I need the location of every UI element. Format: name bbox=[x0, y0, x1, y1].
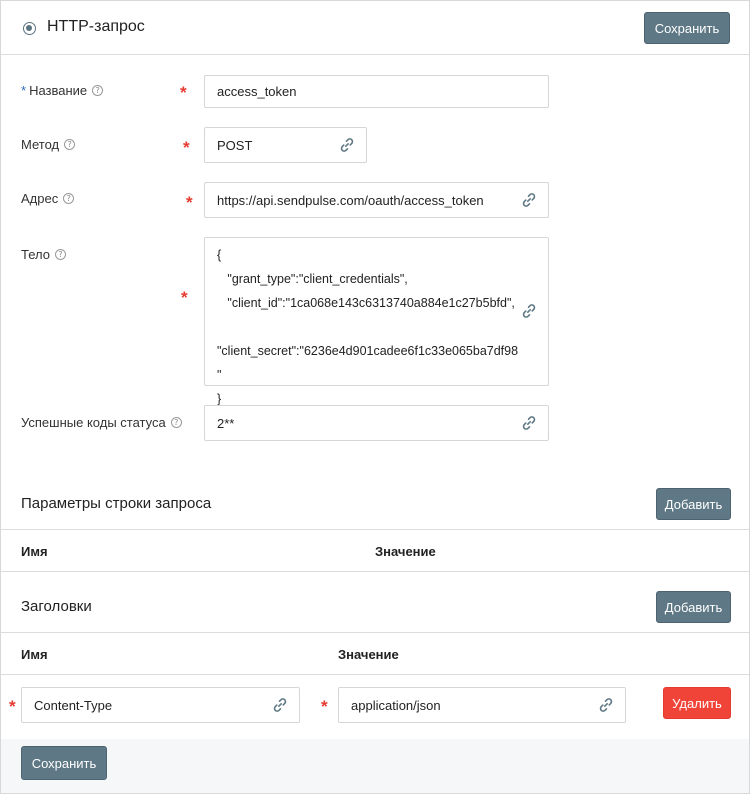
add-query-param-button[interactable]: Добавить bbox=[656, 488, 731, 520]
link-icon[interactable] bbox=[339, 137, 355, 153]
help-icon[interactable]: ? bbox=[54, 249, 66, 260]
header-save-button[interactable]: Сохранить bbox=[644, 12, 730, 44]
status-codes-label: Успешные коды статуса bbox=[21, 415, 166, 430]
divider bbox=[1, 632, 749, 633]
delete-header-button[interactable]: Удалить bbox=[663, 687, 731, 719]
method-select[interactable]: POST bbox=[204, 127, 367, 163]
header-value-input[interactable]: application/json bbox=[338, 687, 626, 723]
headers-col-name: Имя bbox=[21, 647, 48, 662]
body-label-row: Тело ? bbox=[21, 247, 66, 262]
radio-icon[interactable] bbox=[23, 22, 36, 35]
required-star: * bbox=[321, 697, 328, 716]
help-icon[interactable]: ? bbox=[92, 85, 104, 96]
divider bbox=[1, 674, 749, 675]
help-icon[interactable]: ? bbox=[63, 193, 75, 204]
required-star: * bbox=[186, 193, 193, 212]
query-params-title: Параметры строки запроса bbox=[21, 495, 212, 512]
query-col-name: Имя bbox=[21, 544, 48, 559]
help-icon[interactable]: ? bbox=[64, 139, 76, 150]
method-value: POST bbox=[217, 137, 253, 153]
required-star: * bbox=[181, 288, 188, 307]
link-icon[interactable] bbox=[521, 415, 537, 431]
name-input[interactable]: access_token bbox=[204, 75, 549, 108]
status-codes-input[interactable]: 2** bbox=[204, 405, 549, 441]
header-name-input[interactable]: Content-Type bbox=[21, 687, 300, 723]
divider bbox=[1, 571, 749, 572]
link-icon[interactable] bbox=[521, 303, 537, 319]
name-label: Название bbox=[29, 83, 88, 98]
header-value-value: application/json bbox=[351, 697, 441, 713]
add-header-button[interactable]: Добавить bbox=[656, 591, 731, 623]
address-value: https://api.sendpulse.com/oauth/access_t… bbox=[217, 192, 484, 208]
method-label-row: Метод ? bbox=[21, 137, 76, 152]
address-label: Адрес bbox=[21, 191, 59, 206]
panel-header: HTTP-запрос Сохранить bbox=[1, 1, 749, 55]
link-icon[interactable] bbox=[272, 697, 288, 713]
header-name-value: Content-Type bbox=[34, 697, 113, 713]
query-col-value: Значение bbox=[375, 544, 436, 559]
page-title: HTTP-запрос bbox=[47, 18, 145, 35]
status-codes-value: 2** bbox=[217, 415, 235, 431]
help-icon[interactable]: ? bbox=[170, 417, 182, 428]
body-label: Тело bbox=[21, 247, 50, 262]
required-star: * bbox=[183, 138, 190, 157]
required-star: * bbox=[180, 83, 187, 102]
required-marker: * bbox=[21, 83, 27, 98]
name-label-row: * Название ? bbox=[21, 83, 104, 98]
footer: Сохранить bbox=[1, 739, 749, 793]
name-input-value: access_token bbox=[217, 84, 297, 99]
method-label: Метод bbox=[21, 137, 60, 152]
link-icon[interactable] bbox=[598, 697, 614, 713]
link-icon[interactable] bbox=[521, 192, 537, 208]
http-request-panel: HTTP-запрос Сохранить * Название ? * acc… bbox=[0, 0, 750, 794]
divider bbox=[1, 529, 749, 530]
headers-title: Заголовки bbox=[21, 598, 92, 615]
footer-save-button[interactable]: Сохранить bbox=[21, 746, 107, 780]
required-star: * bbox=[9, 697, 16, 716]
body-textarea[interactable]: { "grant_type":"client_credentials", "cl… bbox=[204, 237, 549, 406]
address-label-row: Адрес ? bbox=[21, 191, 75, 206]
address-input[interactable]: https://api.sendpulse.com/oauth/access_t… bbox=[204, 182, 549, 218]
headers-col-value: Значение bbox=[338, 647, 399, 662]
status-codes-label-row: Успешные коды статуса ? bbox=[21, 415, 182, 430]
